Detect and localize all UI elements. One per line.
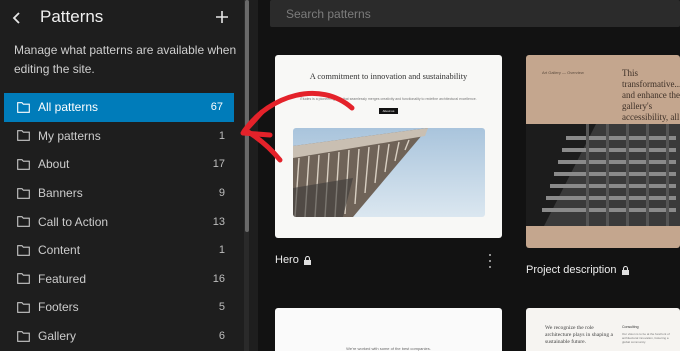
category-list: All patterns 67 My patterns 1 About 17 B… [0, 93, 248, 350]
more-dot [489, 254, 491, 256]
category-my-patterns[interactable]: My patterns 1 [0, 122, 248, 151]
search-box [270, 0, 680, 27]
search-input[interactable] [270, 0, 680, 27]
category-footers[interactable]: Footers 5 [0, 293, 248, 322]
category-count: 13 [212, 215, 225, 228]
folder-icon [17, 244, 30, 256]
category-label: My patterns [38, 128, 101, 143]
folder-icon [17, 330, 30, 342]
preview-button: About us [379, 108, 398, 114]
folder-icon [17, 101, 30, 113]
pattern-preview-logos[interactable]: We're worked with some of the best compa… [275, 308, 502, 351]
category-label: Call to Action [38, 214, 109, 229]
preview-text: We recognize the role architecture plays… [545, 325, 614, 345]
category-banners[interactable]: Banners 9 [0, 179, 248, 208]
back-button[interactable] [8, 9, 26, 27]
sidebar-title: Patterns [40, 7, 104, 26]
category-count: 6 [218, 330, 225, 343]
category-count: 67 [210, 101, 223, 114]
category-count: 1 [218, 244, 225, 257]
category-count: 1 [218, 129, 225, 142]
more-options-button[interactable] [486, 254, 494, 268]
folder-icon [17, 130, 30, 142]
category-label: All patterns [38, 100, 99, 115]
chevron-left-icon [12, 12, 20, 24]
patterns-sidebar: Patterns Manage what patterns are availa… [0, 0, 248, 351]
lock-icon [621, 265, 629, 275]
category-content[interactable]: Content 1 [0, 236, 248, 265]
pattern-label-project-description[interactable]: Project description [526, 264, 629, 276]
preview-text: We're worked with some of the best compa… [346, 346, 431, 351]
preview-small-label: Art Gallery — Overview [542, 70, 584, 75]
preview-image-building-facade [526, 124, 680, 226]
category-count: 5 [218, 301, 225, 314]
folder-icon [17, 273, 30, 285]
pattern-label-hero[interactable]: Hero [275, 254, 311, 266]
category-label: Content [38, 243, 81, 258]
category-count: 16 [212, 272, 225, 285]
category-count: 9 [218, 187, 225, 200]
category-label: Banners [38, 186, 83, 201]
folder-icon [17, 187, 30, 199]
sidebar-description: Manage what patterns are available when … [14, 43, 237, 76]
preview-subtext: Études is a pioneering firm that seamles… [300, 97, 477, 101]
preview-label: Consulting [622, 325, 639, 329]
sidebar-header: Patterns [0, 0, 248, 40]
preview-heading: A commitment to innovation and sustainab… [309, 72, 468, 81]
category-gallery[interactable]: Gallery 6 [0, 322, 248, 351]
sidebar-scrollbar-thumb[interactable] [245, 0, 249, 232]
more-dot [489, 266, 491, 268]
add-pattern-button[interactable] [213, 8, 231, 26]
category-label: Footers [38, 300, 79, 315]
pattern-title: Hero [275, 254, 299, 266]
plus-icon [216, 11, 228, 23]
category-all-patterns[interactable]: All patterns 67 [4, 93, 234, 122]
lock-icon [303, 255, 311, 265]
patterns-main: A commitment to innovation and sustainab… [258, 0, 680, 351]
preview-image-building [293, 128, 485, 217]
category-label: Featured [38, 271, 87, 286]
pattern-preview-hero[interactable]: A commitment to innovation and sustainab… [275, 55, 502, 238]
pattern-preview-project-description[interactable]: Art Gallery — Overview This transformati… [526, 55, 680, 248]
more-dot [489, 260, 491, 262]
folder-icon [17, 302, 30, 313]
category-call-to-action[interactable]: Call to Action 13 [0, 207, 248, 236]
category-label: Gallery [38, 329, 77, 344]
category-about[interactable]: About 17 [0, 150, 248, 179]
category-featured[interactable]: Featured 16 [0, 265, 248, 294]
folder-icon [17, 159, 30, 170]
preview-description: Our vision is to be at the forefront of … [622, 332, 670, 344]
pattern-title: Project description [526, 264, 617, 276]
category-count: 17 [212, 158, 225, 171]
folder-icon [17, 216, 30, 228]
category-label: About [38, 157, 70, 172]
pattern-preview-services[interactable]: We recognize the role architecture plays… [526, 308, 680, 351]
